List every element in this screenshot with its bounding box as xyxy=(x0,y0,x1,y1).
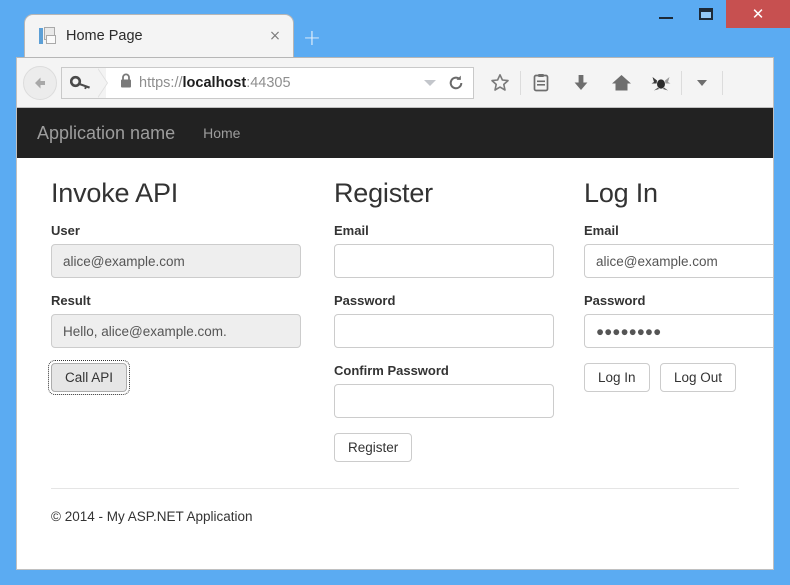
register-confirm-label: Confirm Password xyxy=(334,363,449,378)
tab-strip: Home Page × + xyxy=(0,14,790,57)
url-dropdown-button[interactable] xyxy=(417,70,443,96)
login-column: Log In Email Password Log In Log Out xyxy=(584,178,773,462)
user-field-group: User xyxy=(51,223,301,278)
login-email-label: Email xyxy=(584,223,619,238)
nav-link-home[interactable]: Home xyxy=(203,125,240,141)
register-password-input[interactable] xyxy=(334,314,554,348)
new-tab-button[interactable]: + xyxy=(298,24,326,52)
reading-list-icon xyxy=(533,73,549,91)
register-email-input[interactable] xyxy=(334,244,554,278)
result-input[interactable] xyxy=(51,314,301,348)
bookmark-star-icon xyxy=(491,73,509,91)
login-email-input[interactable] xyxy=(584,244,773,278)
navbar-brand[interactable]: Application name xyxy=(37,123,175,144)
register-submit-button[interactable]: Register xyxy=(334,433,413,462)
logout-button[interactable]: Log Out xyxy=(660,363,737,392)
tab-close-icon[interactable]: × xyxy=(265,26,285,46)
overflow-chevron-button[interactable] xyxy=(682,64,722,102)
chevron-down-icon xyxy=(424,79,436,86)
firebug-button[interactable] xyxy=(641,64,681,102)
register-confirm-input[interactable] xyxy=(334,384,554,418)
firebug-icon xyxy=(651,76,671,90)
register-password-group: Password xyxy=(334,293,554,348)
page-viewport: Application name Home Invoke API User Re… xyxy=(16,108,774,570)
result-field-group: Result xyxy=(51,293,301,348)
site-identity-button[interactable] xyxy=(62,67,108,98)
site-navbar: Application name Home xyxy=(17,108,773,158)
register-email-group: Email xyxy=(334,223,554,278)
result-label: Result xyxy=(51,293,91,308)
reload-button[interactable] xyxy=(443,70,469,96)
back-arrow-icon xyxy=(35,77,45,88)
browser-toolbar: https://localhost:44305 xyxy=(16,57,774,108)
user-input[interactable] xyxy=(51,244,301,278)
url-port: :44305 xyxy=(246,74,291,91)
home-button[interactable] xyxy=(601,64,641,102)
login-button[interactable]: Log In xyxy=(584,363,650,392)
bookmark-star-button[interactable] xyxy=(480,64,520,102)
hamburger-menu-button[interactable] xyxy=(723,64,767,102)
login-heading: Log In xyxy=(584,178,658,208)
overflow-chevron-icon xyxy=(697,79,707,86)
reload-icon xyxy=(449,75,463,89)
invoke-api-column: Invoke API User Result Call API xyxy=(47,178,301,462)
register-password-label: Password xyxy=(334,293,396,308)
back-button[interactable] xyxy=(23,65,57,100)
browser-tab-home-page[interactable]: Home Page × xyxy=(24,14,294,57)
page-container: Invoke API User Result Call API Register xyxy=(17,158,773,462)
key-icon xyxy=(70,75,90,89)
page-document-icon xyxy=(39,27,56,45)
user-label: User xyxy=(51,223,80,238)
url-text: https://localhost:44305 xyxy=(139,75,417,91)
register-email-label: Email xyxy=(334,223,369,238)
tab-title: Home Page xyxy=(66,28,143,44)
login-password-group: Password xyxy=(584,293,773,348)
login-password-input[interactable] xyxy=(584,314,773,348)
download-button[interactable] xyxy=(561,64,601,102)
register-confirm-group: Confirm Password xyxy=(334,363,554,418)
url-scheme: https:// xyxy=(139,74,183,91)
register-column: Register Email Password Confirm Password… xyxy=(334,178,554,462)
page-footer: © 2014 - My ASP.NET Application xyxy=(51,488,739,524)
login-password-label: Password xyxy=(584,293,646,308)
register-heading: Register xyxy=(334,178,433,208)
call-api-button[interactable]: Call API xyxy=(47,360,131,395)
login-email-group: Email xyxy=(584,223,773,278)
invoke-api-heading: Invoke API xyxy=(51,178,179,208)
home-icon xyxy=(611,74,631,90)
browser-window: ✕ Home Page × + https://localhost:44305 … xyxy=(0,0,790,585)
lock-icon xyxy=(120,73,132,93)
download-icon xyxy=(574,74,588,90)
address-bar[interactable]: https://localhost:44305 xyxy=(61,66,474,99)
url-host: localhost xyxy=(182,74,247,91)
reading-list-button[interactable] xyxy=(521,64,561,102)
address-bar-actions xyxy=(417,68,473,98)
three-column-layout: Invoke API User Result Call API Register xyxy=(47,178,773,462)
footer-copyright: © 2014 - My ASP.NET Application xyxy=(51,509,253,524)
